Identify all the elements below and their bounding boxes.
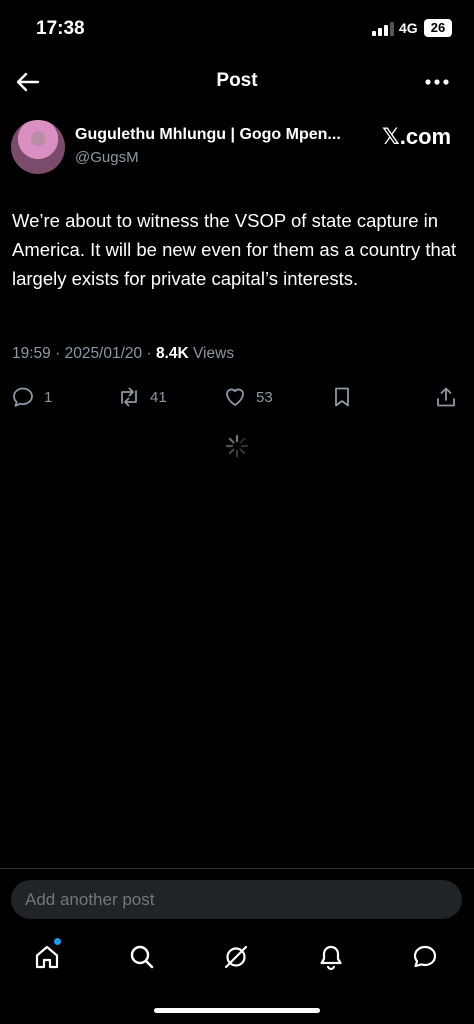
- bottom-tab-bar: [0, 935, 474, 979]
- search-icon[interactable]: [128, 943, 156, 971]
- like-icon: [226, 388, 244, 406]
- home-notification-dot: [54, 938, 61, 945]
- repost-count: 41: [150, 388, 167, 406]
- author-handle[interactable]: @GugsM: [75, 149, 139, 166]
- meta-separator: ·: [146, 345, 156, 362]
- like-button[interactable]: 53: [223, 383, 273, 411]
- share-button[interactable]: [434, 383, 467, 411]
- notifications-icon[interactable]: [317, 943, 345, 971]
- action-bar: 1 41 53: [0, 383, 474, 411]
- signal-icon: [372, 22, 394, 36]
- status-time: 17:38: [36, 18, 85, 39]
- reply-button[interactable]: 1: [11, 383, 52, 411]
- grok-icon[interactable]: [222, 943, 250, 971]
- battery-icon: 26: [424, 19, 452, 37]
- network-type: 4G: [399, 20, 418, 36]
- source-badge: 𝕏.com: [382, 124, 452, 149]
- bookmark-button[interactable]: [330, 383, 363, 411]
- reply-composer: [11, 880, 462, 919]
- repost-icon: [121, 387, 137, 407]
- views-count[interactable]: 8.4K: [156, 345, 189, 362]
- views-label: Views: [193, 345, 235, 362]
- add-post-input[interactable]: [11, 880, 462, 919]
- composer-divider: [0, 868, 474, 869]
- more-icon[interactable]: [422, 68, 452, 96]
- post-meta: 19:59 · 2025/01/20 · 8.4K Views: [12, 345, 234, 363]
- page-title: Post: [216, 70, 258, 91]
- author-name[interactable]: Gugulethu Mhlungu | Gogo Mpen...: [75, 126, 341, 144]
- share-icon: [437, 387, 455, 407]
- post-header: Post: [0, 60, 474, 104]
- home-icon[interactable]: [33, 943, 61, 971]
- bookmark-icon: [335, 387, 349, 407]
- reply-icon: [13, 387, 33, 407]
- like-count: 53: [256, 388, 273, 406]
- loading-spinner-icon: [225, 434, 249, 458]
- status-bar: 17:38 4G 26: [0, 0, 474, 56]
- post-text: We’re about to witness the VSOP of state…: [12, 210, 457, 289]
- repost-button[interactable]: 41: [117, 383, 167, 411]
- post-date: 2025/01/20: [64, 345, 143, 362]
- home-indicator: [154, 1008, 320, 1013]
- avatar[interactable]: [11, 120, 65, 174]
- messages-icon[interactable]: [411, 943, 439, 971]
- reply-count: 1: [44, 388, 53, 406]
- meta-separator: ·: [55, 345, 65, 362]
- post-time: 19:59: [12, 345, 51, 362]
